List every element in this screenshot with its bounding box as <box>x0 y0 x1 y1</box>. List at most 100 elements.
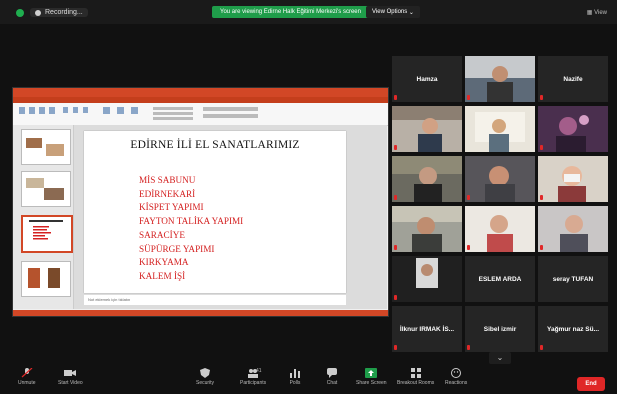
slide-thumbnail-panel[interactable] <box>13 125 74 309</box>
bar-chart-icon <box>290 369 300 378</box>
current-slide[interactable]: EDİRNE İLİ EL SANATLARIMIZ MİS SABUNU ED… <box>84 131 346 293</box>
mic-muted-icon <box>394 245 397 250</box>
participant-video <box>465 156 535 202</box>
top-bar: Recording... You are viewing Edirne Halk… <box>0 0 617 24</box>
participant-tile-active-speaker[interactable] <box>465 106 535 152</box>
view-button[interactable]: ▦ View <box>587 9 607 16</box>
participant-gallery: Hamza Nazife ESLEM ARDA seray TUFAN İlkn… <box>392 56 612 352</box>
participant-video <box>392 206 462 252</box>
breakout-rooms-button[interactable]: Breakout Rooms <box>397 368 434 386</box>
slide-thumbnail[interactable] <box>21 129 71 165</box>
view-options-button[interactable]: View Options ⌄ <box>366 6 420 18</box>
participant-tile[interactable]: Sibel izmir <box>465 306 535 352</box>
mic-muted-icon <box>394 345 397 350</box>
mic-muted-icon <box>467 245 470 250</box>
slide-list-item: FAYTON TALİKA YAPIMI <box>139 216 244 227</box>
recording-label: Recording... <box>45 9 83 16</box>
participant-video <box>392 156 462 202</box>
mic-muted-icon <box>394 145 397 150</box>
ppt-ribbon-tools <box>13 103 388 126</box>
gallery-page-down-button[interactable]: ⌄ <box>489 352 511 364</box>
security-button[interactable]: Security <box>196 368 214 386</box>
slide-list-item: MİS SABUNU <box>139 175 196 185</box>
slide-list-item: KIRKYAMA <box>139 257 189 268</box>
chat-button[interactable]: Chat <box>326 368 338 386</box>
participants-button[interactable]: Participants 41 <box>240 368 266 386</box>
participant-tile[interactable] <box>465 206 535 252</box>
participant-tile[interactable] <box>538 156 608 202</box>
start-video-label: Start Video <box>58 380 83 386</box>
mic-muted-icon <box>21 368 33 378</box>
slide-list-item: KALEM İŞİ <box>139 270 186 281</box>
slide-thumbnail-active[interactable] <box>21 215 73 253</box>
zoom-window: Recording... You are viewing Edirne Halk… <box>0 0 617 394</box>
share-screen-button[interactable]: Share Screen <box>356 368 387 386</box>
participants-count: 41 <box>256 368 262 374</box>
slide-bullet-list: MİS SABUNU EDİRNEKARİ KİSPET YAPIMI FAYT… <box>139 174 243 284</box>
mic-muted-icon <box>467 95 470 100</box>
slide-notes[interactable]: Not eklemek için tıklatın <box>84 295 346 305</box>
participant-tile[interactable] <box>392 106 462 152</box>
participant-tile[interactable]: ESLEM ARDA <box>465 256 535 302</box>
mic-muted-icon <box>540 345 543 350</box>
participant-name: Yağmur naz Sü... <box>546 325 599 333</box>
record-icon <box>35 9 41 16</box>
slide-thumbnail[interactable] <box>21 261 71 297</box>
share-banner-text: You are viewing Edirne Halk Eğitimi Merk… <box>220 9 361 15</box>
slide-list-item: EDİRNEKARİ <box>139 188 196 199</box>
ribbon-icons <box>19 107 258 120</box>
share-screen-icon <box>365 368 378 378</box>
participant-tile[interactable]: Hamza <box>392 56 462 102</box>
participant-tile[interactable] <box>538 206 608 252</box>
participant-tile[interactable]: seray TUFAN <box>538 256 608 302</box>
grid-icon <box>410 368 421 378</box>
start-video-button[interactable]: Start Video <box>58 368 83 386</box>
grid-icon: ▦ <box>586 10 595 16</box>
view-options-label: View Options <box>372 9 408 15</box>
shield-icon <box>200 368 211 378</box>
mic-muted-icon <box>394 195 397 200</box>
slide-list-item: SÜPÜRGE YAPIMI <box>139 243 215 254</box>
unmute-label: Unmute <box>18 380 36 386</box>
polls-button[interactable]: Polls <box>289 368 301 386</box>
participant-tile[interactable]: Nazife <box>538 56 608 102</box>
participant-tile[interactable] <box>392 206 462 252</box>
participant-video <box>392 106 462 152</box>
slide-list-item: SARACİYE <box>139 229 185 240</box>
recording-indicator: Recording... <box>16 8 88 17</box>
participant-video <box>465 206 535 252</box>
slide-thumbnail[interactable] <box>21 171 71 207</box>
slide-editor: EDİRNE İLİ EL SANATLARIMIZ MİS SABUNU ED… <box>74 125 387 309</box>
end-meeting-button[interactable]: End <box>577 377 605 391</box>
participant-tile[interactable] <box>538 106 608 152</box>
mic-muted-icon <box>467 345 470 350</box>
mic-muted-icon <box>540 95 543 100</box>
recording-pill[interactable]: Recording... <box>30 8 88 17</box>
smiley-icon <box>451 368 462 378</box>
mic-muted-icon <box>467 195 470 200</box>
chevron-down-icon: ⌄ <box>407 9 414 16</box>
participant-tile[interactable]: Yağmur naz Sü... <box>538 306 608 352</box>
chevron-down-icon: ⌄ <box>496 353 504 362</box>
mic-muted-icon <box>540 145 543 150</box>
participant-name: Sibel izmir <box>483 325 517 333</box>
reactions-label: Reactions <box>445 380 468 386</box>
chat-label: Chat <box>326 380 338 386</box>
participant-tile[interactable] <box>392 156 462 202</box>
ppt-titlebar <box>13 88 388 97</box>
participants-label: Participants <box>240 380 267 386</box>
screen-share-banner: You are viewing Edirne Halk Eğitimi Merk… <box>212 6 369 18</box>
participant-name: İlknur IRMAK İS... <box>399 325 455 333</box>
share-screen-label: Share Screen <box>356 380 387 386</box>
participant-tile[interactable]: İlknur IRMAK İS... <box>392 306 462 352</box>
unmute-button[interactable]: Unmute <box>18 368 36 386</box>
participant-tile[interactable] <box>392 256 462 302</box>
participant-name: ESLEM ARDA <box>478 275 522 283</box>
participant-tile[interactable] <box>465 56 535 102</box>
participant-tile[interactable] <box>465 156 535 202</box>
mic-muted-icon <box>394 95 397 100</box>
reactions-button[interactable]: Reactions <box>445 368 467 386</box>
participant-video <box>538 206 608 252</box>
mic-muted-icon <box>540 195 543 200</box>
participant-name: seray TUFAN <box>552 275 594 283</box>
